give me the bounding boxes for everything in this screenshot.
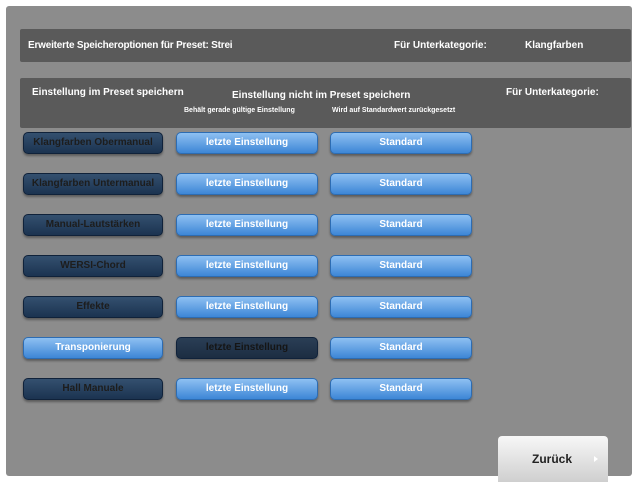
back-button[interactable]: Zurück bbox=[498, 436, 608, 482]
keep-button-transponierung[interactable]: letzte Einstellung bbox=[176, 337, 318, 359]
keep-button-klangfarben-untermanual[interactable]: letzte Einstellung bbox=[176, 173, 318, 195]
category-button-klangfarben-untermanual[interactable]: Klangfarben Untermanual bbox=[23, 173, 163, 195]
keep-button-hall-manuale[interactable]: letzte Einstellung bbox=[176, 378, 318, 400]
category-button-effekte[interactable]: Effekte bbox=[23, 296, 163, 318]
column-subcategory-label: Für Unterkategorie: bbox=[506, 87, 599, 98]
default-button-klangfarben-obermanual[interactable]: Standard bbox=[330, 132, 472, 154]
keep-button-klangfarben-obermanual[interactable]: letzte Einstellung bbox=[176, 132, 318, 154]
category-button-wersi-chord[interactable]: WERSI-Chord bbox=[23, 255, 163, 277]
column-not-save-in-preset: Einstellung nicht im Preset speichern bbox=[232, 90, 411, 101]
subcategory-label: Für Unterkategorie: bbox=[394, 40, 487, 51]
page-title: Erweiterte Speicheroptionen für Preset: … bbox=[28, 40, 233, 51]
default-button-wersi-chord[interactable]: Standard bbox=[330, 255, 472, 277]
keep-button-effekte[interactable]: letzte Einstellung bbox=[176, 296, 318, 318]
category-button-klangfarben-obermanual[interactable]: Klangfarben Obermanual bbox=[23, 132, 163, 154]
category-button-transponierung[interactable]: Transponierung bbox=[23, 337, 163, 359]
default-button-manual-lautstaerken[interactable]: Standard bbox=[330, 214, 472, 236]
arrow-right-icon bbox=[594, 456, 598, 462]
default-button-klangfarben-untermanual[interactable]: Standard bbox=[330, 173, 472, 195]
column-header-bar: Einstellung im Preset speichern Einstell… bbox=[20, 78, 631, 128]
keep-button-wersi-chord[interactable]: letzte Einstellung bbox=[176, 255, 318, 277]
column-reset-default-hint: Wird auf Standardwert zurückgesetzt bbox=[332, 107, 456, 114]
header-bar: Erweiterte Speicheroptionen für Preset: … bbox=[20, 29, 631, 62]
category-button-hall-manuale[interactable]: Hall Manuale bbox=[23, 378, 163, 400]
subcategory-value: Klangfarben bbox=[525, 40, 584, 51]
column-keep-current-hint: Behält gerade gültige Einstellung bbox=[184, 107, 295, 114]
options-panel: Erweiterte Speicheroptionen für Preset: … bbox=[6, 6, 632, 476]
default-button-hall-manuale[interactable]: Standard bbox=[330, 378, 472, 400]
keep-button-manual-lautstaerken[interactable]: letzte Einstellung bbox=[176, 214, 318, 236]
default-button-effekte[interactable]: Standard bbox=[330, 296, 472, 318]
default-button-transponierung[interactable]: Standard bbox=[330, 337, 472, 359]
back-button-label: Zurück bbox=[532, 452, 573, 466]
column-save-in-preset: Einstellung im Preset speichern bbox=[32, 87, 184, 98]
category-button-manual-lautstaerken[interactable]: Manual-Lautstärken bbox=[23, 214, 163, 236]
